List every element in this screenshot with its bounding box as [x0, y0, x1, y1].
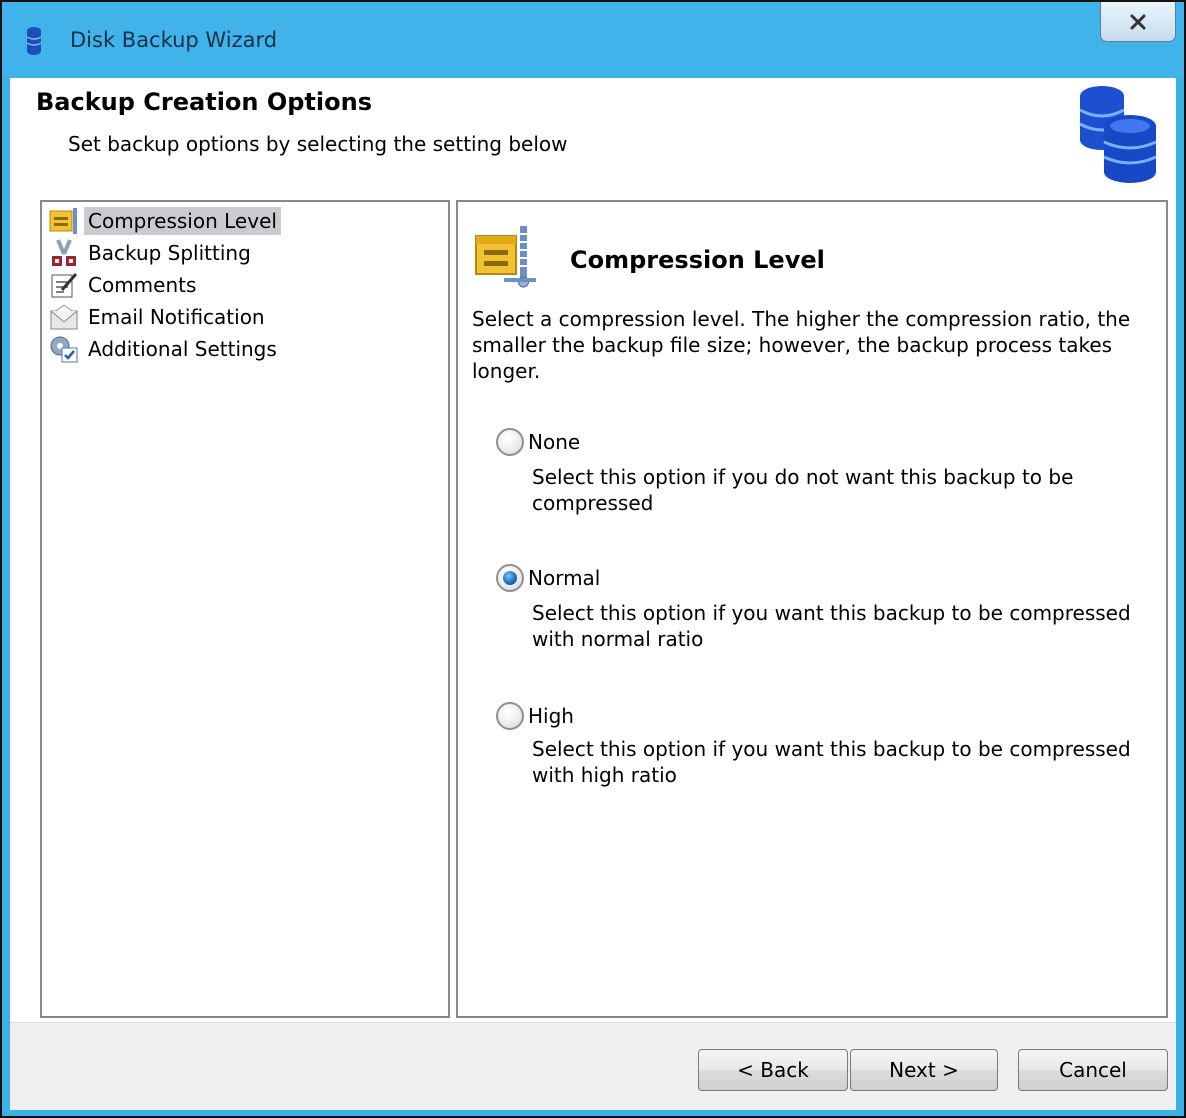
nav-label: Email Notification [88, 305, 265, 329]
nav-item-additional-settings[interactable]: Additional Settings [48, 334, 281, 364]
radio-description-normal: Select this option if you want this back… [532, 601, 1131, 651]
next-button[interactable]: Next > [850, 1049, 998, 1091]
nav-label: Comments [88, 273, 197, 297]
scissors-icon [52, 239, 76, 266]
wizard-header: Backup Creation Options Set backup optio… [10, 78, 1176, 190]
nav-item-email-notification[interactable]: Email Notification [48, 302, 269, 332]
compression-icon [49, 208, 77, 234]
wizard-footer: < Back Next > Cancel [10, 1022, 1176, 1110]
radio-description-none: Select this option if you do not want th… [532, 465, 1074, 515]
page-title: Backup Creation Options [36, 88, 372, 116]
wizard-window: Disk Backup Wizard Backup Creation Optio… [0, 0, 1186, 1118]
notepad-icon [51, 273, 78, 298]
nav-item-compression-level[interactable]: Compression Level [48, 206, 281, 236]
nav-item-comments[interactable]: Comments [48, 270, 200, 300]
window-title: Disk Backup Wizard [70, 28, 278, 52]
nav-label: Additional Settings [88, 337, 277, 361]
database-stack-icon [1079, 86, 1157, 183]
nav-item-backup-splitting[interactable]: Backup Splitting [48, 238, 255, 268]
nav-label: Backup Splitting [88, 241, 251, 265]
settings-checklist-icon [50, 336, 78, 363]
close-icon [1130, 14, 1146, 29]
radio-description-high: Select this option if you want this back… [532, 737, 1131, 787]
database-icon [26, 27, 42, 55]
nav-label: Compression Level [84, 207, 281, 235]
radio-button-high[interactable] [496, 702, 524, 730]
back-button[interactable]: < Back [698, 1049, 848, 1091]
radio-label-none[interactable]: None [528, 430, 580, 454]
settings-content-panel: Compression Level Select a compression l… [456, 200, 1168, 1018]
wizard-body: Backup Creation Options Set backup optio… [10, 78, 1176, 1110]
close-button[interactable] [1100, 2, 1176, 42]
radio-button-normal[interactable] [496, 564, 524, 592]
radio-button-none[interactable] [496, 428, 524, 456]
page-subtitle: Set backup options by selecting the sett… [68, 132, 568, 156]
radio-high[interactable]: High [496, 702, 574, 730]
radio-label-normal[interactable]: Normal [528, 566, 600, 590]
envelope-icon [50, 304, 78, 330]
radio-none[interactable]: None [496, 428, 580, 456]
radio-label-high[interactable]: High [528, 704, 574, 728]
options-nav-panel: Compression Level Backup Splitting Comme… [40, 200, 450, 1018]
section-title: Compression Level [570, 246, 825, 274]
section-description: Select a compression level. The higher t… [472, 307, 1131, 383]
compression-icon [475, 226, 536, 288]
title-bar[interactable]: Disk Backup Wizard [2, 2, 1184, 78]
radio-normal[interactable]: Normal [496, 564, 600, 592]
cancel-button[interactable]: Cancel [1018, 1049, 1168, 1091]
